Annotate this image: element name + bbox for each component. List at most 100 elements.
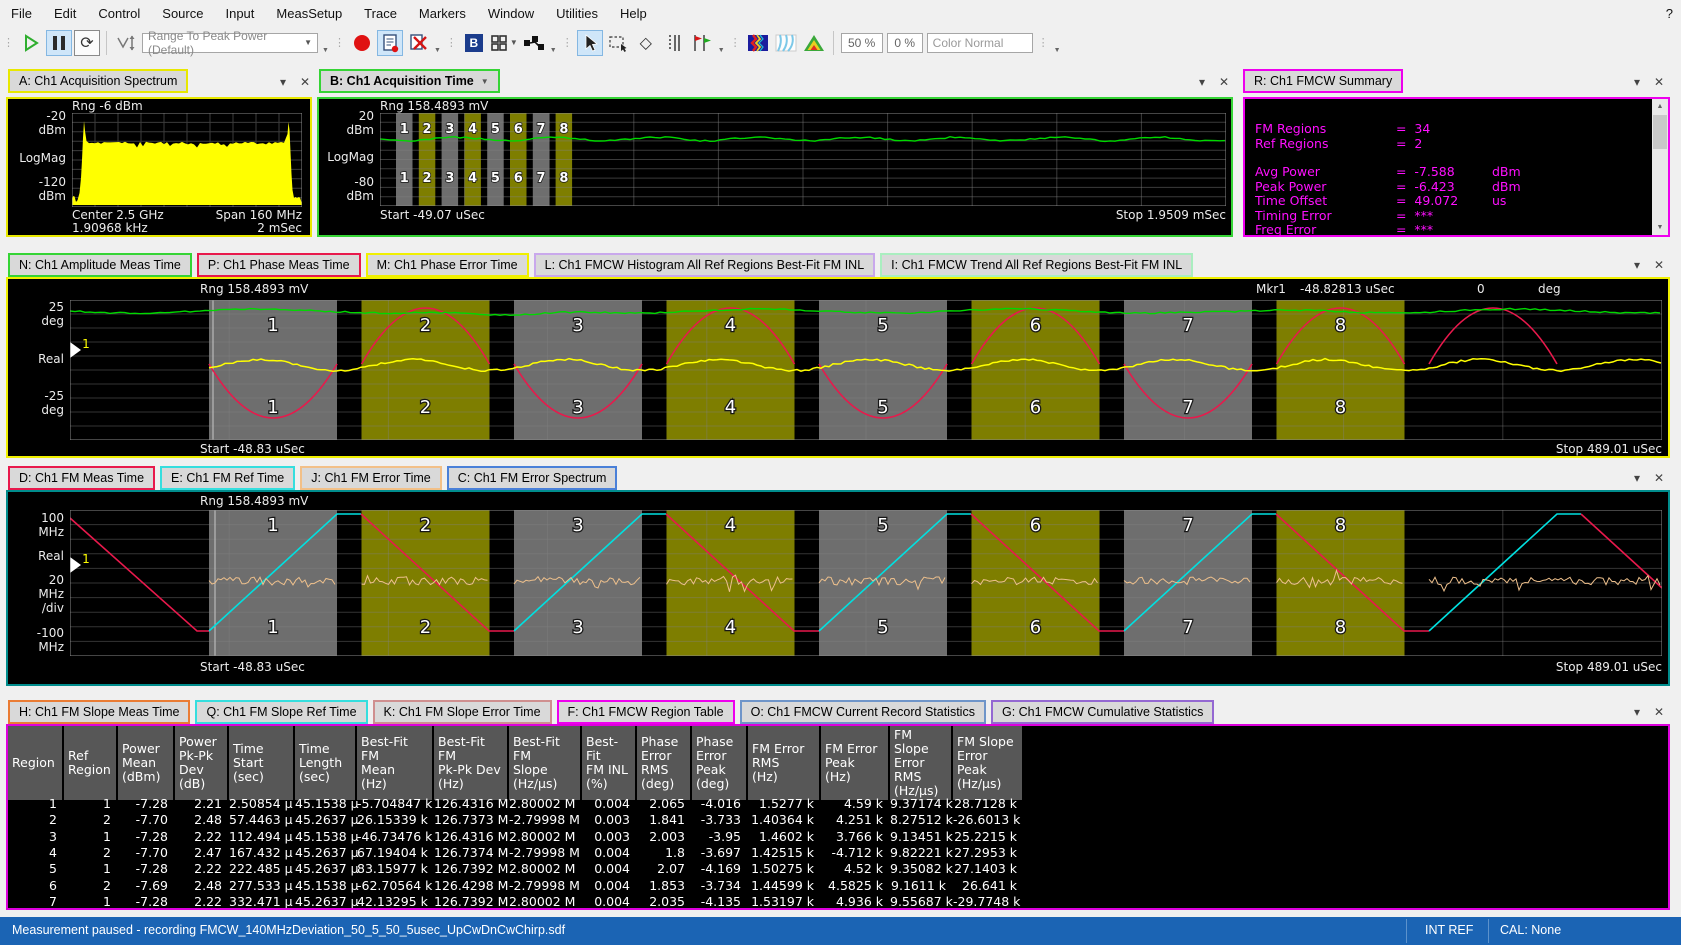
panel-close-button[interactable]: ✕ bbox=[1654, 258, 1664, 272]
y-axis-top-label: -20 bbox=[6, 110, 66, 123]
tab-m[interactable]: M: Ch1 Phase Error Time bbox=[366, 253, 529, 277]
panel-menu-button[interactable]: ▾ bbox=[1634, 258, 1640, 272]
panel-close-button[interactable]: ✕ bbox=[300, 75, 310, 89]
spectrogram-view-button[interactable] bbox=[745, 30, 771, 56]
panel-close-button[interactable]: ✕ bbox=[1654, 471, 1664, 485]
help-icon[interactable]: ? bbox=[1666, 0, 1673, 27]
svg-text:1: 1 bbox=[267, 515, 278, 536]
delete-recording-button[interactable] bbox=[405, 30, 431, 56]
measurement-b-button[interactable]: B bbox=[461, 30, 487, 56]
toolbar-overflow-icon[interactable]: ▼ bbox=[322, 47, 329, 58]
auto-range-button[interactable] bbox=[113, 30, 139, 56]
zoom-y-box[interactable]: 0 % bbox=[887, 33, 923, 53]
tab-d[interactable]: D: Ch1 FM Meas Time bbox=[8, 466, 155, 490]
scroll-up-button[interactable]: ▲ bbox=[1652, 99, 1668, 114]
restart-button[interactable]: ⟳ bbox=[74, 30, 100, 56]
range-mode-dropdown[interactable]: Range To Peak Power (Default)▼ bbox=[142, 33, 318, 53]
menu-item-file[interactable]: File bbox=[0, 0, 43, 27]
toolbar-grip[interactable]: ⋮ bbox=[334, 30, 345, 56]
tab-h[interactable]: H: Ch1 FM Slope Meas Time bbox=[8, 700, 190, 724]
menu-item-trace[interactable]: Trace bbox=[353, 0, 408, 27]
panel-close-button[interactable]: ✕ bbox=[1219, 75, 1229, 89]
marker-diamond-button[interactable]: ◇ bbox=[633, 30, 659, 56]
summary-scrollbar[interactable]: ▲ ▼ bbox=[1652, 99, 1668, 235]
region-table-cell: -7.28 bbox=[118, 861, 175, 877]
region-table-row[interactable]: 11-7.282.212.50854 µ45.1538 µ-5.704847 k… bbox=[8, 796, 1024, 812]
tab-g[interactable]: G: Ch1 FMCW Cumulative Statistics bbox=[991, 700, 1214, 724]
table-header-cell: FM Error RMS (Hz) bbox=[748, 726, 821, 800]
menu-item-meassetup[interactable]: MeasSetup bbox=[265, 0, 353, 27]
toolbar-overflow-icon[interactable]: ▼ bbox=[550, 47, 557, 58]
colormap-button[interactable] bbox=[801, 30, 827, 56]
tab-k[interactable]: K: Ch1 FM Slope Error Time bbox=[373, 700, 552, 724]
band-markers-button[interactable] bbox=[661, 30, 687, 56]
svg-text:1: 1 bbox=[400, 171, 409, 186]
region-table-row[interactable]: 42-7.702.47167.432 µ45.2637 µ67.19404 k1… bbox=[8, 845, 1024, 861]
tab-c[interactable]: C: Ch1 FM Error Spectrum bbox=[447, 466, 618, 490]
y-axis-top-unit: MHz bbox=[4, 526, 64, 539]
menu-item-window[interactable]: Window bbox=[477, 0, 545, 27]
zoom-select-button[interactable] bbox=[605, 30, 631, 56]
tab-l[interactable]: L: Ch1 FMCW Histogram All Ref Regions Be… bbox=[534, 253, 876, 277]
region-table-row[interactable]: 22-7.702.4857.4463 µ45.2637 µ26.15339 k1… bbox=[8, 812, 1024, 828]
region-table-row[interactable]: 51-7.282.22222.485 µ45.2637 µ83.15977 k1… bbox=[8, 861, 1024, 877]
pause-button[interactable] bbox=[46, 30, 72, 56]
tab-o[interactable]: O: Ch1 FMCW Current Record Statistics bbox=[740, 700, 986, 724]
acquisition-spectrum-plot[interactable] bbox=[72, 113, 302, 207]
panel-menu-button[interactable]: ▾ bbox=[1634, 75, 1640, 89]
phase-meas-time-plot[interactable]: 11122334455667788 bbox=[70, 300, 1662, 440]
tab-b-acquisition-time[interactable]: B: Ch1 Acquisition Time▼ bbox=[319, 69, 500, 93]
toolbar-overflow-icon[interactable]: ▼ bbox=[434, 47, 441, 58]
region-table-cell: 45.1538 µ bbox=[295, 829, 357, 845]
menu-item-input[interactable]: Input bbox=[214, 0, 265, 27]
tab-q[interactable]: Q: Ch1 FM Slope Ref Time bbox=[195, 700, 367, 724]
tab-p[interactable]: P: Ch1 Phase Meas Time bbox=[197, 253, 361, 277]
select-cursor-button[interactable] bbox=[577, 30, 603, 56]
acquisition-time-plot[interactable]: 1122334455667788 bbox=[380, 113, 1226, 206]
panel-menu-button[interactable]: ▾ bbox=[1634, 705, 1640, 719]
waterfall-view-button[interactable] bbox=[773, 30, 799, 56]
tab-a-acquisition-spectrum[interactable]: A: Ch1 Acquisition Spectrum bbox=[8, 69, 188, 93]
region-table-row[interactable]: 71-7.282.22332.471 µ45.2637 µ42.13295 k1… bbox=[8, 894, 1024, 908]
menu-item-edit[interactable]: Edit bbox=[43, 0, 87, 27]
panel-menu-button[interactable]: ▾ bbox=[280, 75, 286, 89]
window-layout-button[interactable]: ▼ bbox=[489, 30, 519, 56]
toolbar-grip[interactable]: ⋮ bbox=[446, 30, 457, 56]
region-table-row[interactable]: 31-7.282.22112.494 µ45.1538 µ-46.73476 k… bbox=[8, 829, 1024, 845]
tab-r-fmcw-summary[interactable]: R: Ch1 FMCW Summary bbox=[1243, 69, 1403, 93]
toolbar-overflow-icon[interactable]: ▼ bbox=[718, 47, 725, 58]
region-table-cell: -7.69 bbox=[118, 878, 175, 894]
fm-meas-time-plot[interactable]: 11122334455667788 bbox=[70, 510, 1662, 656]
panel-close-button[interactable]: ✕ bbox=[1654, 75, 1664, 89]
toolbar-grip[interactable]: ⋮ bbox=[1038, 30, 1049, 56]
menu-item-source[interactable]: Source bbox=[151, 0, 214, 27]
toolbar-grip[interactable]: ⋮ bbox=[730, 30, 741, 56]
region-table-row[interactable]: 62-7.692.48277.533 µ45.1538 µ-62.70564 k… bbox=[8, 878, 1024, 894]
zoom-x-box[interactable]: 50 % bbox=[841, 33, 883, 53]
color-mode-dropdown[interactable]: Color Normal bbox=[927, 33, 1033, 53]
measurement-setup-button[interactable] bbox=[521, 30, 547, 56]
menu-item-markers[interactable]: Markers bbox=[408, 0, 477, 27]
panel-menu-button[interactable]: ▾ bbox=[1634, 471, 1640, 485]
play-button[interactable] bbox=[18, 30, 44, 56]
region-table-cell: 1 bbox=[64, 829, 118, 845]
tab-e[interactable]: E: Ch1 FM Ref Time bbox=[160, 466, 295, 490]
panel-menu-button[interactable]: ▾ bbox=[1199, 75, 1205, 89]
marker-flags-button[interactable] bbox=[689, 30, 715, 56]
toolbar-grip[interactable]: ⋮ bbox=[3, 30, 14, 56]
tab-i[interactable]: I: Ch1 FMCW Trend All Ref Regions Best-F… bbox=[880, 253, 1193, 277]
scrollbar-thumb[interactable] bbox=[1653, 115, 1667, 149]
record-button[interactable] bbox=[349, 30, 375, 56]
menu-item-control[interactable]: Control bbox=[87, 0, 151, 27]
region-table-cell: -4.712 k bbox=[821, 845, 890, 861]
panel-close-button[interactable]: ✕ bbox=[1654, 705, 1664, 719]
tab-j[interactable]: J: Ch1 FM Error Time bbox=[300, 466, 441, 490]
menu-item-utilities[interactable]: Utilities bbox=[545, 0, 609, 27]
tab-n[interactable]: N: Ch1 Amplitude Meas Time bbox=[8, 253, 192, 277]
toolbar-overflow-icon[interactable]: ▼ bbox=[1054, 47, 1061, 58]
scroll-down-button[interactable]: ▼ bbox=[1652, 220, 1668, 235]
tab-f[interactable]: F: Ch1 FMCW Region Table bbox=[557, 700, 735, 724]
recording-playback-button[interactable] bbox=[377, 30, 403, 56]
toolbar-grip[interactable]: ⋮ bbox=[562, 30, 573, 56]
menu-item-help[interactable]: Help bbox=[609, 0, 658, 27]
